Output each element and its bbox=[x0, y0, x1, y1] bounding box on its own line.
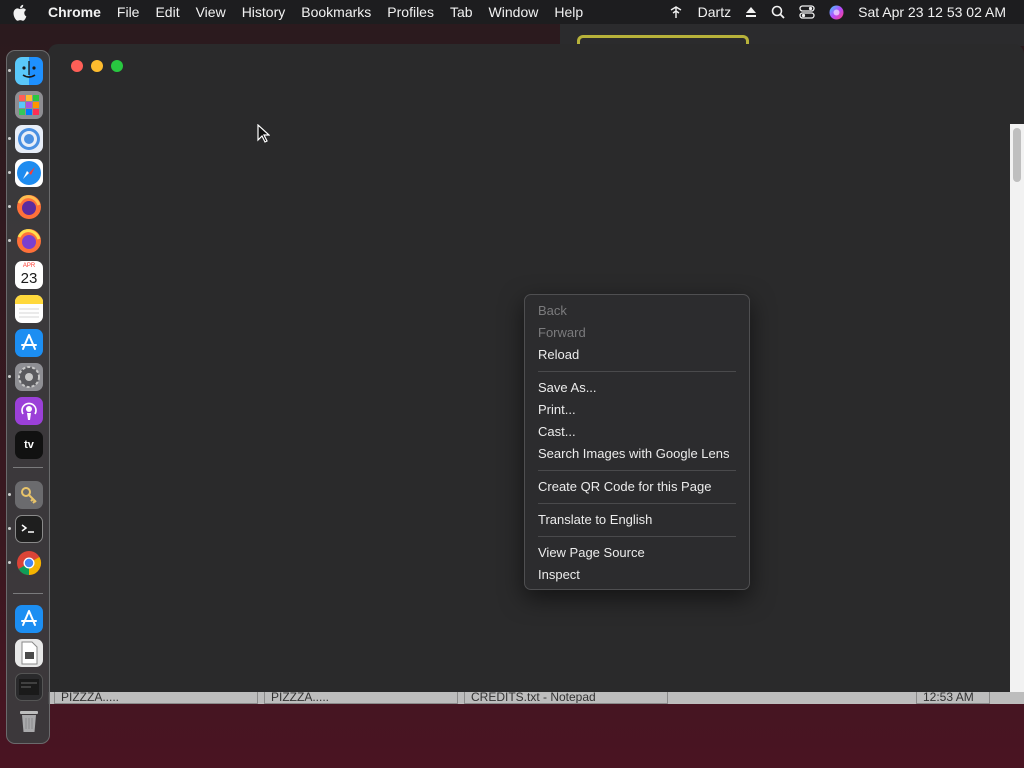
menu-separator bbox=[538, 536, 736, 537]
chrome-icon[interactable] bbox=[15, 125, 43, 153]
launchpad-icon[interactable] bbox=[15, 91, 43, 119]
preview-icon[interactable] bbox=[15, 639, 43, 667]
keychain-icon[interactable] bbox=[15, 481, 43, 509]
running-indicator bbox=[8, 527, 11, 530]
status-user-name[interactable]: Dartz bbox=[691, 0, 738, 24]
background-taskbar: PIZZZA..... PIZZZA..... CREDITS.txt - No… bbox=[48, 690, 1024, 704]
siri-icon[interactable] bbox=[822, 5, 851, 20]
running-indicator bbox=[8, 69, 11, 72]
calendar-icon[interactable]: APR 23 bbox=[15, 261, 43, 289]
apple-tv-icon[interactable]: tv bbox=[15, 431, 43, 459]
finder-icon[interactable] bbox=[15, 57, 43, 85]
status-area: Dartz Sat Apr 23 12 53 02 AM bbox=[661, 0, 1024, 24]
close-window-button[interactable] bbox=[71, 60, 83, 72]
system-preferences-icon[interactable] bbox=[15, 363, 43, 391]
running-indicator bbox=[8, 239, 11, 242]
menu-item-create-qr[interactable]: Create QR Code for this Page bbox=[525, 476, 749, 498]
trash-icon[interactable] bbox=[15, 707, 43, 735]
apple-tv-label: tv bbox=[24, 439, 34, 451]
running-indicator bbox=[8, 205, 11, 208]
firefox-icon[interactable] bbox=[15, 193, 43, 221]
menu-item-translate[interactable]: Translate to English bbox=[525, 509, 749, 531]
calendar-month: APR bbox=[22, 263, 36, 269]
scrollbar-thumb[interactable] bbox=[1013, 128, 1021, 182]
dock: APR 23 tv bbox=[6, 50, 50, 744]
running-indicator bbox=[8, 493, 11, 496]
minimize-window-button[interactable] bbox=[91, 60, 103, 72]
menu-profiles[interactable]: Profiles bbox=[379, 0, 442, 24]
context-menu: Back Forward Reload Save As... Print... … bbox=[524, 294, 750, 590]
menu-view[interactable]: View bbox=[188, 0, 234, 24]
menu-separator bbox=[538, 503, 736, 504]
menu-item-back: Back bbox=[538, 303, 567, 318]
running-indicator bbox=[8, 561, 11, 564]
zoom-window-button[interactable] bbox=[111, 60, 123, 72]
menu-item-reload[interactable]: Reload bbox=[525, 344, 749, 366]
calendar-day: 23 bbox=[20, 270, 38, 287]
search-icon[interactable] bbox=[764, 5, 792, 19]
taskbar-clock: 12:53 AM bbox=[916, 690, 990, 704]
menu-help[interactable]: Help bbox=[546, 0, 591, 24]
menu-item-cast[interactable]: Cast... bbox=[525, 421, 749, 443]
eject-icon[interactable] bbox=[738, 6, 764, 18]
menu-item-print[interactable]: Print... bbox=[525, 399, 749, 421]
running-indicator bbox=[8, 137, 11, 140]
menu-edit[interactable]: Edit bbox=[147, 0, 187, 24]
taskbar-item[interactable]: PIZZZA..... bbox=[54, 690, 258, 704]
clock-datetime[interactable]: Sat Apr 23 12 53 02 AM bbox=[851, 0, 1024, 24]
apple-menu-icon[interactable] bbox=[12, 4, 40, 21]
running-indicator bbox=[8, 171, 11, 174]
dock-separator bbox=[13, 467, 43, 468]
menu-item-view-source[interactable]: View Page Source bbox=[525, 542, 749, 564]
menu-item-search-images[interactable]: Search Images with Google Lens bbox=[525, 443, 749, 465]
menu-history[interactable]: History bbox=[234, 0, 294, 24]
app-store-icon[interactable] bbox=[15, 605, 43, 633]
dock-separator bbox=[13, 593, 43, 594]
menu-item-save-as[interactable]: Save As... bbox=[525, 377, 749, 399]
running-indicator bbox=[8, 375, 11, 378]
chrome-icon[interactable] bbox=[15, 549, 43, 577]
menu-bookmarks[interactable]: Bookmarks bbox=[293, 0, 379, 24]
app-store-icon[interactable] bbox=[15, 329, 43, 357]
firefox-dev-icon[interactable] bbox=[15, 227, 43, 255]
mouse-cursor-icon bbox=[257, 123, 271, 148]
screenshot-icon[interactable] bbox=[15, 673, 43, 701]
notes-icon[interactable] bbox=[15, 295, 43, 323]
safari-icon[interactable] bbox=[15, 159, 43, 187]
taskbar-item[interactable]: CREDITS.txt - Notepad bbox=[464, 690, 668, 704]
podcasts-icon[interactable] bbox=[15, 397, 43, 425]
menu-file[interactable]: File bbox=[109, 0, 148, 24]
network-icon[interactable] bbox=[661, 5, 691, 19]
menu-separator bbox=[538, 371, 736, 372]
control-center-icon[interactable] bbox=[792, 5, 822, 19]
vertical-scrollbar[interactable] bbox=[1010, 124, 1024, 692]
taskbar-item[interactable]: PIZZZA..... bbox=[264, 690, 458, 704]
menu-tab[interactable]: Tab bbox=[442, 0, 481, 24]
menu-bar: Chrome File Edit View History Bookmarks … bbox=[0, 0, 1024, 24]
menu-item-forward: Forward bbox=[538, 325, 586, 340]
menu-window[interactable]: Window bbox=[481, 0, 547, 24]
terminal-icon[interactable] bbox=[15, 515, 43, 543]
menu-item-inspect[interactable]: Inspect bbox=[525, 564, 749, 586]
menu-separator bbox=[538, 470, 736, 471]
menu-app-chrome[interactable]: Chrome bbox=[40, 0, 109, 24]
